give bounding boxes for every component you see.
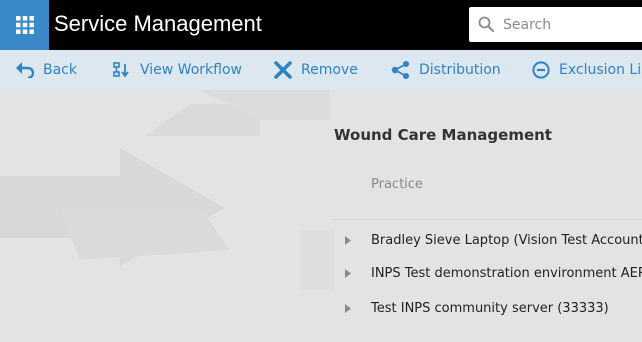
back-arrow-icon xyxy=(16,62,34,78)
workflow-icon xyxy=(113,62,129,78)
share-icon xyxy=(391,61,409,79)
practice-name: Bradley Sieve Laptop (Vision Test Accoun… xyxy=(371,232,642,248)
app-title: Service Management xyxy=(54,11,262,36)
remove-button[interactable]: Remove xyxy=(274,50,358,90)
distribution-button[interactable]: Distribution xyxy=(391,50,501,90)
distribution-label: Distribution xyxy=(419,62,501,78)
back-label: Back xyxy=(43,62,77,78)
exclusion-list-label: Exclusion List xyxy=(559,62,642,78)
search-box[interactable] xyxy=(469,7,642,42)
practice-name: INPS Test demonstration environment AERO xyxy=(371,265,642,281)
expand-caret-icon[interactable] xyxy=(343,235,353,245)
minus-circle-icon xyxy=(532,61,550,79)
grid-apps-icon xyxy=(15,16,34,34)
apps-menu-button[interactable] xyxy=(0,0,49,50)
top-header: Service Management xyxy=(0,0,642,50)
practice-row[interactable]: INPS Test demonstration environment AERO xyxy=(343,262,642,284)
practice-row[interactable]: Bradley Sieve Laptop (Vision Test Accoun… xyxy=(343,229,642,251)
expand-caret-icon[interactable] xyxy=(343,268,353,278)
expand-caret-icon[interactable] xyxy=(343,303,353,313)
remove-label: Remove xyxy=(301,62,358,78)
practice-row[interactable]: Test INPS community server (33333) xyxy=(343,297,642,319)
close-x-icon xyxy=(274,61,292,79)
view-workflow-label: View Workflow xyxy=(140,62,242,78)
header-divider xyxy=(334,219,642,220)
search-input[interactable] xyxy=(503,7,633,42)
action-toolbar: Back View Workflow Remove Distribution E… xyxy=(0,50,642,90)
main-content: Wound Care Management Practice Bradley S… xyxy=(0,90,642,342)
practice-name: Test INPS community server (33333) xyxy=(371,300,609,316)
section-title: Wound Care Management xyxy=(334,126,552,144)
exclusion-list-button[interactable]: Exclusion List xyxy=(532,50,642,90)
view-workflow-button[interactable]: View Workflow xyxy=(113,50,242,90)
search-icon xyxy=(478,16,494,32)
back-button[interactable]: Back xyxy=(16,50,77,90)
practice-column-header[interactable]: Practice xyxy=(371,177,423,192)
